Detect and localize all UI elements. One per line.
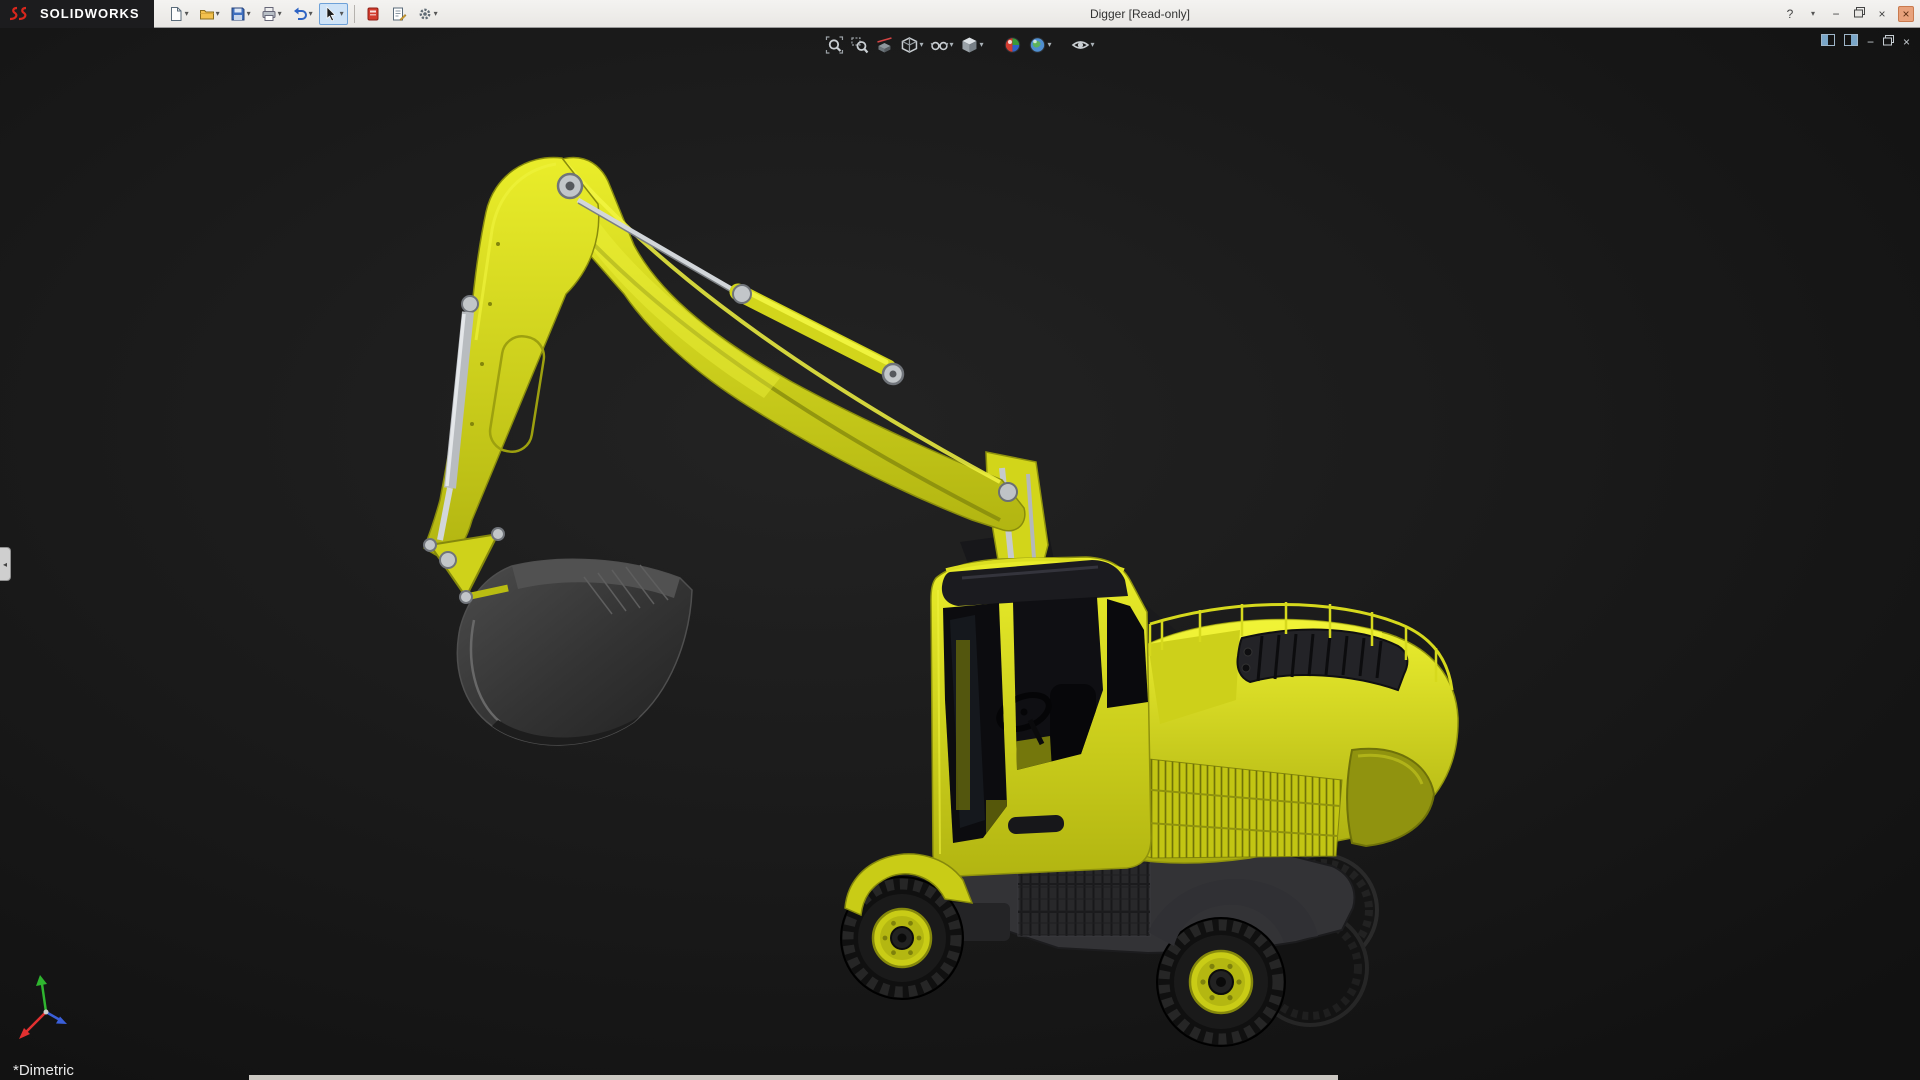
- edit-appearance-button[interactable]: [1002, 34, 1024, 56]
- zoom-to-area-icon: [851, 37, 869, 54]
- doc-minimize-button[interactable]: −: [1867, 35, 1874, 49]
- chevron-down-icon: ▾: [433, 8, 438, 18]
- chevron-down-icon: ▾: [308, 8, 313, 18]
- section-view-icon: [877, 37, 892, 53]
- undo-arrow-icon: [293, 7, 307, 20]
- options-button[interactable]: ▾: [413, 3, 442, 25]
- save-button[interactable]: ▾: [226, 3, 255, 25]
- select-cursor-icon: [326, 5, 336, 21]
- chevron-down-icon: ▾: [246, 8, 251, 18]
- cab[interactable]: [930, 556, 1152, 877]
- glasses-icon: [930, 41, 949, 51]
- bottom-edge-strip: [249, 1075, 1338, 1080]
- display-style-button[interactable]: ▾: [898, 34, 925, 56]
- help-button[interactable]: ?: [1783, 7, 1797, 21]
- open-button[interactable]: ▾: [195, 3, 224, 25]
- close-button[interactable]: ×: [1875, 7, 1889, 21]
- new-button[interactable]: ▾: [164, 3, 193, 25]
- chevron-down-icon: ▾: [277, 8, 282, 18]
- chevron-down-icon: ▾: [339, 8, 344, 18]
- scene-globe-icon: [1029, 37, 1046, 53]
- apply-scene-button[interactable]: ▾: [1027, 34, 1054, 56]
- window-title: Digger [Read-only]: [1089, 6, 1191, 21]
- appearance-ball-icon: [1004, 37, 1021, 53]
- chevron-down-icon: ▾: [1090, 40, 1095, 49]
- zoom-to-fit-button[interactable]: [823, 34, 845, 56]
- chevron-down-icon: ▾: [919, 40, 924, 49]
- file-properties-button[interactable]: [387, 3, 411, 25]
- restore-icon: [1853, 6, 1865, 17]
- section-view-button[interactable]: [873, 34, 895, 56]
- graphics-viewport[interactable]: ▾ ▾ ▾ ▾ ▾ − × ◂ *Dimetric: [0, 28, 1920, 1080]
- restore-button[interactable]: [1852, 6, 1866, 21]
- hide-show-items-button[interactable]: ▾: [928, 34, 955, 56]
- chevron-down-icon: ▾: [215, 8, 220, 18]
- pane-left-button[interactable]: [1820, 34, 1835, 49]
- file-properties-icon: [392, 7, 407, 21]
- toolbar-separator: [353, 4, 355, 23]
- minimize-button[interactable]: −: [1829, 7, 1843, 21]
- brand-text: SOLIDWORKS: [40, 6, 140, 21]
- view-orientation-cube-icon: [962, 37, 977, 53]
- undo-button[interactable]: ▾: [288, 3, 317, 25]
- xpress-products-icon: [367, 7, 379, 20]
- chevron-down-icon: ▾: [949, 40, 954, 49]
- chevron-down-icon: ▾: [979, 40, 984, 49]
- printer-icon: [262, 6, 276, 21]
- view-orientation-label: *Dimetric: [13, 1062, 74, 1079]
- 3d-model-digger[interactable]: [0, 28, 1920, 1080]
- new-document-icon: [170, 6, 182, 21]
- view-orientation-button[interactable]: ▾: [958, 34, 985, 56]
- view-settings-button[interactable]: ▾: [1070, 34, 1097, 56]
- headsup-view-toolbar: ▾ ▾ ▾ ▾ ▾: [823, 34, 1096, 56]
- panel-flyout-tab[interactable]: ◂: [0, 547, 11, 581]
- chevron-down-icon: ▾: [184, 8, 189, 18]
- pane-left-icon: [1820, 34, 1835, 46]
- eye-icon: [1071, 41, 1090, 49]
- restore-icon: [1882, 34, 1894, 45]
- pane-right-icon: [1843, 34, 1858, 46]
- zoom-to-area-button[interactable]: [848, 34, 870, 56]
- solidworks-mark-icon: [9, 6, 27, 20]
- gear-icon: [419, 8, 431, 19]
- doc-close-button[interactable]: ×: [1903, 35, 1910, 49]
- upper-body[interactable]: [1099, 600, 1459, 864]
- titlebar: SOLIDWORKS ▾ ▾ ▾ ▾ ▾ ▾ ▾ Digger [Read-on…: [0, 0, 1920, 28]
- main-toolbar: ▾ ▾ ▾ ▾ ▾ ▾ ▾: [164, 2, 442, 25]
- save-floppy-icon: [231, 7, 245, 20]
- zoom-to-fit-icon: [825, 36, 844, 54]
- open-folder-icon: [199, 9, 214, 19]
- xpress-products-button[interactable]: [361, 3, 385, 25]
- pane-right-button[interactable]: [1843, 34, 1858, 49]
- menu-caret-button[interactable]: ▾: [1806, 9, 1820, 18]
- select-button[interactable]: ▾: [318, 2, 348, 25]
- solidworks-logo: SOLIDWORKS: [0, 0, 154, 28]
- chevron-down-icon: ▾: [1047, 40, 1052, 49]
- window-controls: ? ▾ − × ×: [1783, 5, 1920, 22]
- doc-restore-button[interactable]: [1882, 34, 1894, 49]
- display-style-cube-icon: [901, 37, 918, 53]
- app-close-button[interactable]: ×: [1898, 5, 1914, 22]
- document-window-controls: − ×: [1820, 34, 1910, 49]
- print-button[interactable]: ▾: [257, 3, 286, 25]
